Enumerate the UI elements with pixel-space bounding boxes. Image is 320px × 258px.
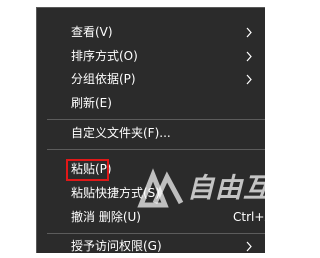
menu-item-label: 查看(V) (71, 25, 113, 39)
menu-item-label: 撤消 删除(U) (71, 210, 141, 224)
paste-highlight-box (66, 159, 109, 181)
window-edge (0, 0, 36, 253)
menu-item-undo-delete[interactable]: 撤消 删除(U) Ctrl+Z (37, 206, 273, 229)
chevron-right-icon (246, 51, 252, 62)
menu-item-paste-shortcut[interactable]: 粘贴快捷方式(S) (37, 182, 265, 205)
menu-item-label: 自定义文件夹(F)... (71, 126, 171, 140)
menu-item-label: 分组依据(P) (71, 72, 136, 86)
menu-item-give-access[interactable]: 授予访问权限(G) (37, 235, 265, 258)
menu-separator (47, 119, 265, 120)
menu-item-label: 粘贴快捷方式(S) (71, 186, 160, 200)
menu-item-shortcut: Ctrl+Z (233, 210, 273, 224)
menu-item-view[interactable]: 查看(V) (37, 21, 265, 44)
chevron-right-icon (246, 27, 252, 38)
menu-item-sort-by[interactable]: 排序方式(O) (37, 45, 265, 68)
menu-item-group-by[interactable]: 分组依据(P) (37, 68, 265, 91)
context-menu: 查看(V) 排序方式(O) 分组依据(P) 刷新(E) 自定义文件夹(F)...… (36, 7, 298, 253)
menu-item-customize-folder[interactable]: 自定义文件夹(F)... (37, 122, 265, 145)
menu-item-label: 刷新(E) (71, 96, 112, 110)
chevron-right-icon (246, 241, 252, 252)
menu-item-refresh[interactable]: 刷新(E) (37, 92, 265, 115)
chevron-right-icon (246, 74, 252, 85)
menu-separator (47, 233, 265, 234)
menu-item-label: 排序方式(O) (71, 49, 138, 63)
menu-item-label: 授予访问权限(G) (71, 239, 162, 253)
desktop-background: 查看(V) 排序方式(O) 分组依据(P) 刷新(E) 自定义文件夹(F)...… (0, 0, 298, 253)
menu-separator (47, 149, 265, 150)
